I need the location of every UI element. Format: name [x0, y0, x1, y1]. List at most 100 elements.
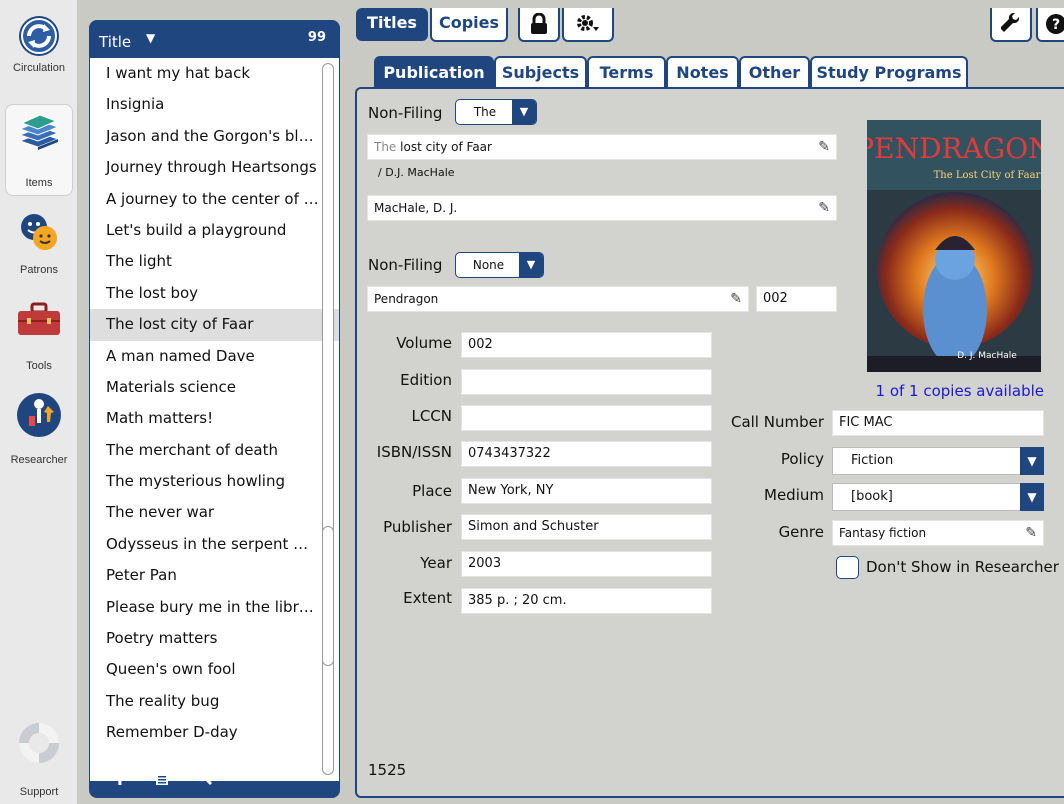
dont-show-checkbox[interactable]	[836, 556, 859, 579]
tab-publication[interactable]: Publication	[374, 56, 494, 88]
nav-tools-label: Tools	[26, 360, 52, 372]
list-item[interactable]: The lost boy	[90, 278, 320, 309]
list-item[interactable]: Queen's own fool	[90, 654, 320, 685]
nav-patrons[interactable]: Patrons	[0, 210, 78, 276]
isbn-field[interactable]: 0743437322	[461, 441, 712, 467]
tab-notes[interactable]: Notes	[666, 56, 739, 88]
document-icon[interactable]	[155, 768, 169, 786]
list-item[interactable]: Poetry matters	[90, 623, 320, 654]
nonfiling-title-value: The	[473, 105, 497, 119]
list-item[interactable]: Jason and the Gorgon's blood	[90, 121, 320, 152]
tab-titles[interactable]: Titles	[356, 8, 428, 41]
list-item[interactable]: The merchant of death	[90, 435, 320, 466]
books-icon	[18, 114, 60, 150]
wrench-icon	[1000, 12, 1020, 32]
list-item[interactable]: The mysterious howling	[90, 466, 320, 497]
list-scrollbar[interactable]	[322, 63, 334, 775]
nonfiling-series-label: Non-Filing	[368, 256, 443, 274]
call-number-field[interactable]: FIC MAC	[832, 410, 1044, 436]
list-item[interactable]: A man named Dave	[90, 341, 320, 372]
nonfiling-title-select[interactable]: The ▼	[455, 99, 537, 125]
chevron-down-icon: ▼	[1020, 483, 1044, 511]
nav-circulation[interactable]: Circulation	[0, 14, 78, 74]
svg-text:?: ?	[1052, 17, 1060, 33]
tab-study-programs[interactable]: Study Programs	[810, 56, 968, 88]
list-item[interactable]: Remember D-day	[90, 717, 320, 748]
series-number-field[interactable]: 002	[756, 286, 837, 312]
list-item[interactable]: Materials science	[90, 372, 320, 403]
nav-support[interactable]: Support	[0, 720, 78, 798]
extent-field[interactable]: 385 p. ; 20 cm.	[461, 588, 712, 614]
tab-terms[interactable]: Terms	[587, 56, 666, 88]
author-value: MacHale, D. J.	[374, 201, 458, 215]
wrench-button[interactable]	[990, 8, 1032, 42]
cover-subtitle: The Lost City of Faar	[934, 170, 1041, 181]
edition-field[interactable]	[461, 369, 712, 395]
title-text: lost city of Faar	[396, 140, 492, 154]
list-item[interactable]: Odysseus in the serpent maze	[90, 529, 320, 560]
availability-link[interactable]: 1 of 1 copies available	[860, 382, 1044, 400]
tab-other[interactable]: Other	[739, 56, 810, 88]
lccn-field[interactable]	[461, 405, 712, 431]
list-item[interactable]: Peter Pan	[90, 560, 320, 591]
nav-researcher[interactable]: Researcher	[0, 392, 78, 466]
isbn-label: ISBN/ISSN	[376, 443, 452, 461]
help-button[interactable]: ?	[1036, 8, 1064, 42]
list-item[interactable]: I want my hat back	[90, 58, 320, 89]
tab-copies[interactable]: Copies	[430, 8, 508, 42]
patrons-icon	[21, 214, 57, 250]
add-icon[interactable]: +	[109, 764, 131, 790]
list-scrollbar-thumb[interactable]	[322, 526, 334, 666]
list-item-selected[interactable]: The lost city of Faar	[90, 309, 339, 341]
volume-field[interactable]: 002	[461, 332, 712, 358]
place-field[interactable]: New York, NY	[461, 478, 712, 504]
list-item[interactable]: The light	[90, 246, 320, 277]
extent-label: Extent	[403, 589, 452, 607]
genre-field[interactable]: Fantasy fiction ✎	[832, 520, 1044, 546]
list-item[interactable]: Math matters!	[90, 403, 320, 434]
series-value: Pendragon	[374, 292, 439, 306]
dont-show-label: Don't Show in Researcher	[866, 558, 1059, 576]
list-footer: +	[89, 758, 340, 798]
place-label: Place	[412, 482, 452, 500]
year-label: Year	[420, 554, 452, 572]
list-item[interactable]: Journey through Heartsongs	[90, 152, 320, 183]
author-field[interactable]: MacHale, D. J. ✎	[367, 195, 837, 221]
series-field[interactable]: Pendragon ✎	[367, 286, 749, 312]
policy-value: Fiction	[851, 453, 894, 468]
nonfiling-label: Non-Filing	[368, 104, 443, 122]
year-field[interactable]: 2003	[461, 551, 712, 577]
genre-label: Genre	[778, 523, 824, 541]
pencil-icon[interactable]: ✎	[1025, 521, 1037, 545]
title-field[interactable]: The lost city of Faar ✎	[367, 134, 837, 160]
list-item[interactable]: A journey to the center of th...	[90, 184, 320, 215]
list-item[interactable]: Please bury me in the library	[90, 592, 320, 623]
tab-subjects[interactable]: Subjects	[494, 56, 587, 88]
pencil-icon[interactable]: ✎	[818, 196, 830, 220]
list-item[interactable]: The never war	[90, 497, 320, 528]
nav-items[interactable]: Items	[5, 104, 73, 196]
book-cover-art: PENDRAGON The Lost City of Faar D. J. Ma…	[867, 120, 1041, 372]
lock-button[interactable]	[518, 8, 560, 42]
title-list-panel: Title ▼ 99 I want my hat back Insignia J…	[89, 20, 340, 798]
nav-tools[interactable]: Tools	[0, 302, 78, 372]
search-icon[interactable]	[195, 768, 213, 786]
sort-field-label[interactable]: Title	[99, 33, 131, 51]
medium-value: [book]	[851, 489, 893, 504]
list-header[interactable]: Title ▼ 99	[89, 20, 340, 58]
nonfiling-series-select[interactable]: None ▼	[455, 252, 544, 278]
policy-select[interactable]: Fiction ▼	[832, 447, 1044, 475]
settings-menu-button[interactable]	[562, 8, 614, 42]
publisher-field[interactable]: Simon and Schuster	[461, 514, 712, 540]
list-item[interactable]: Let's build a playground	[90, 215, 320, 246]
medium-select[interactable]: [book] ▼	[832, 483, 1044, 511]
pencil-icon[interactable]: ✎	[818, 135, 830, 159]
policy-label: Policy	[780, 450, 824, 468]
publisher-label: Publisher	[383, 518, 452, 536]
sort-triangle-icon[interactable]: ▼	[146, 31, 155, 45]
statement-of-responsibility: / D.J. MacHale	[378, 166, 455, 179]
lifebuoy-icon	[19, 723, 59, 763]
pencil-icon[interactable]: ✎	[730, 287, 742, 311]
list-item[interactable]: Insignia	[90, 89, 320, 120]
list-item[interactable]: The reality bug	[90, 686, 320, 717]
